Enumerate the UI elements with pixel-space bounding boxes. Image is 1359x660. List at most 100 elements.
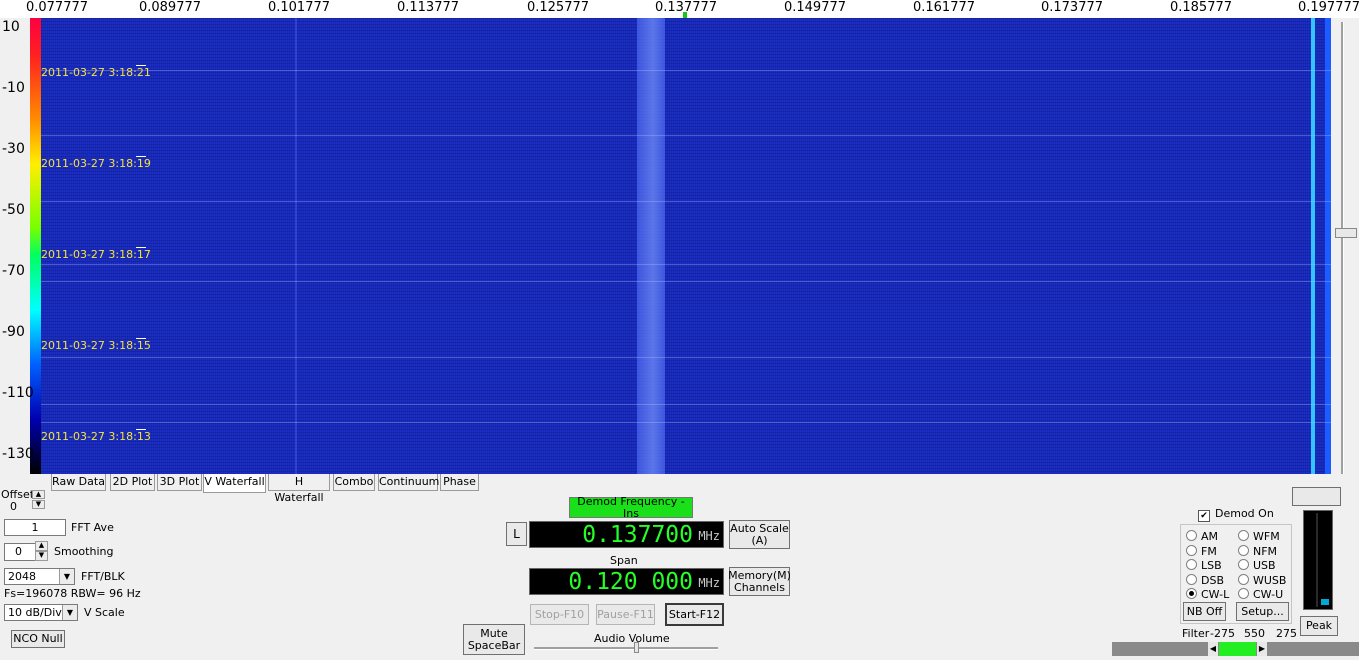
db-scale-label: -90 [2,324,25,340]
filter-right-handle-icon[interactable]: ▶ [1257,642,1267,656]
mode-radio-wfm[interactable]: WFM [1238,530,1280,543]
mode-radio-lsb[interactable]: LSB [1186,559,1222,572]
timestamp-tick [136,65,146,66]
audio-volume-thumb[interactable] [634,642,639,653]
span-label: Span [610,554,638,567]
radio-icon[interactable] [1238,544,1249,556]
tab-2d-plot[interactable]: 2D Plot [110,474,155,491]
chevron-down-icon[interactable]: ▼ [59,569,74,584]
chevron-down-icon[interactable]: ▼ [62,605,77,620]
tab-h-waterfall[interactable]: H Waterfall [268,474,330,504]
db-scale-label: -110 [2,385,34,401]
waterfall-timestamp: 2011-03-27 3:18:19 [41,157,151,170]
mode-radio-nfm[interactable]: NFM [1238,544,1277,558]
waterfall-streak [41,281,1331,282]
db-scale-label: -70 [2,263,25,279]
stop-button[interactable]: Stop-F10 [530,604,589,625]
auto-scale-line1: Auto Scale [730,521,789,535]
mode-radio-fm[interactable]: FM [1186,544,1217,558]
mode-label: CW-U [1253,588,1284,601]
start-button[interactable]: Start-F12 [665,603,724,626]
frequency-unit: MHz [698,529,720,543]
radio-icon[interactable] [1186,588,1197,599]
nb-off-button[interactable]: NB Off [1183,602,1226,621]
filter-width: 550 [1244,627,1265,640]
span-display[interactable]: 0.120 000 MHz [529,568,724,595]
mode-label: WFM [1253,530,1280,543]
radio-icon[interactable] [1238,573,1249,585]
mode-radio-dsb[interactable]: DSB [1186,573,1224,587]
demod-on-checkbox[interactable]: ✔ Demod On [1198,507,1274,522]
waterfall-streak [41,357,1331,358]
tab-phase[interactable]: Phase [440,474,479,491]
offset-value[interactable]: 0 [10,500,17,513]
filter-label: Filter [1182,627,1210,640]
fft-blk-select[interactable]: 2048 ▼ [4,568,75,585]
l-button[interactable]: L [506,522,527,546]
span-unit: MHz [698,576,720,590]
peak-meter [1303,510,1333,610]
check-icon[interactable]: ✔ [1198,510,1210,522]
radio-icon[interactable] [1186,544,1197,556]
tab-3d-plot[interactable]: 3D Plot [157,474,202,491]
mode-radio-cw-l[interactable]: CW-L [1186,588,1229,601]
filter-passband[interactable] [1219,642,1256,656]
peak-button[interactable]: Peak [1300,616,1338,636]
radio-icon[interactable] [1186,530,1197,541]
radio-icon[interactable] [1238,588,1249,599]
frequency-tick-label: 0.197777 [1297,0,1359,15]
waterfall-level-slider-track[interactable] [1341,22,1344,474]
mode-label: CW-L [1201,588,1230,601]
fft-blk-value: 2048 [8,570,36,583]
offset-label: Offset [1,488,35,501]
waterfall-streak [41,70,1331,71]
demod-frequency-button[interactable]: Demod Frequency - Ins [569,495,693,519]
nco-null-button[interactable]: NCO Null [11,630,65,648]
waterfall-timestamp: 2011-03-27 3:18:13 [41,430,151,443]
waterfall-level-slider-thumb[interactable] [1335,228,1357,238]
db-scale-label: -130 [2,446,34,462]
fft-blk-label: FFT/BLK [81,570,125,583]
waterfall-streak [41,135,1331,136]
vscale-value: 10 dB/Div [8,606,62,619]
frequency-tick-label: 0.077777 [25,0,89,15]
mute-line1: Mute [480,626,508,640]
filter-left-handle-icon[interactable]: ◀ [1208,642,1218,656]
radio-icon[interactable] [1238,559,1249,570]
memory-channels-button[interactable]: Memory(M) Channels [728,567,791,596]
mode-label: LSB [1201,559,1222,572]
radio-icon[interactable] [1186,573,1197,585]
filter-high: 275 [1276,627,1297,640]
tab-raw-data[interactable]: Raw Data [51,474,106,491]
tab-v-waterfall[interactable]: V Waterfall [203,474,266,493]
fft-ave-input[interactable]: 1 [4,519,66,536]
smoothing-up-icon[interactable]: ▲ [35,541,48,551]
mode-radio-am[interactable]: AM [1186,530,1218,543]
pause-button[interactable]: Pause-F11 [596,604,655,625]
frequency-tick-label: 0.149777 [783,0,847,15]
filter-bar[interactable]: ◀ ▶ [1112,642,1359,656]
tab-combo[interactable]: Combo [333,474,375,491]
offset-up-icon[interactable]: ▲ [32,490,45,499]
mode-radio-cw-u[interactable]: CW-U [1238,588,1283,601]
offset-down-icon[interactable]: ▼ [32,500,45,509]
vscale-select[interactable]: 10 dB/Div ▼ [4,604,78,621]
waterfall-display[interactable]: 2011-03-27 3:18:21 2011-03-27 3:18:19 2011… [41,18,1331,474]
radio-icon[interactable] [1238,530,1249,541]
mode-radio-wusb[interactable]: WUSB [1238,573,1286,587]
span-value: 0.120 000 [568,569,693,595]
frequency-display[interactable]: 0.137700 MHz [529,521,724,548]
mode-radio-usb[interactable]: USB [1238,559,1276,572]
demod-on-label: Demod On [1215,507,1274,520]
tab-continuum[interactable]: Continuum [378,474,439,491]
frequency-tick-label: 0.125777 [526,0,590,15]
blank-button[interactable] [1292,487,1341,506]
mute-button[interactable]: Mute SpaceBar [463,624,525,655]
audio-volume-slider[interactable] [534,647,718,650]
auto-scale-button[interactable]: Auto Scale (A) [729,520,790,549]
setup-button[interactable]: Setup... [1236,602,1289,621]
smoothing-down-icon[interactable]: ▼ [35,551,48,561]
mode-label: AM [1201,530,1219,543]
radio-icon[interactable] [1186,559,1197,570]
smoothing-input[interactable]: 0 [4,543,36,561]
